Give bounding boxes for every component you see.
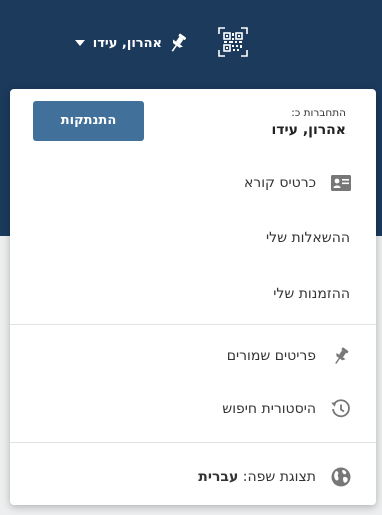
- qr-code-icon[interactable]: [218, 27, 248, 57]
- language-value: עברית: [198, 469, 239, 485]
- menu-item-search-history[interactable]: היסטורית חיפוש: [10, 395, 376, 423]
- menu-divider: [10, 442, 376, 443]
- menu-item-saved-items[interactable]: פריטים שמורים: [10, 342, 376, 370]
- user-menu-toggle[interactable]: אהרון, עידו: [74, 30, 162, 56]
- logged-in-user-name: אהרון, עידו: [271, 122, 346, 138]
- menu-item-language[interactable]: תצוגת שפה: עברית: [10, 463, 376, 491]
- menu-item-label: ההזמנות שלי: [273, 286, 350, 302]
- menu-item-label: ההשאלות שלי: [266, 230, 350, 246]
- language-prefix: תצוגת שפה:: [238, 469, 316, 485]
- menu-item-label: פריטים שמורים: [226, 348, 316, 364]
- menu-item-reader-card[interactable]: כרטיס קורא: [10, 169, 376, 197]
- history-icon: [330, 398, 352, 420]
- user-name: אהרון, עידו: [92, 35, 162, 51]
- top-navbar: אהרון, עידו: [0, 0, 382, 88]
- menu-item-label: היסטורית חיפוש: [222, 401, 316, 417]
- id-card-icon: [330, 172, 352, 194]
- globe-icon: [330, 466, 352, 488]
- language-label: תצוגת שפה: עברית: [198, 469, 316, 485]
- menu-divider: [10, 324, 376, 325]
- menu-item-my-requests[interactable]: ההזמנות שלי: [10, 280, 376, 308]
- logged-in-as-label: התחברות כ:: [291, 107, 346, 119]
- user-dropdown-menu: התחברות כ: אהרון, עידו התנתקות כרטיס קור…: [10, 89, 376, 505]
- pushpin-icon[interactable]: [166, 31, 190, 55]
- chevron-down-icon: [74, 40, 85, 46]
- menu-item-label: כרטיס קורא: [243, 175, 316, 191]
- menu-item-my-loans[interactable]: ההשאלות שלי: [10, 224, 376, 252]
- logout-button[interactable]: התנתקות: [33, 101, 144, 141]
- pushpin-icon: [330, 345, 352, 367]
